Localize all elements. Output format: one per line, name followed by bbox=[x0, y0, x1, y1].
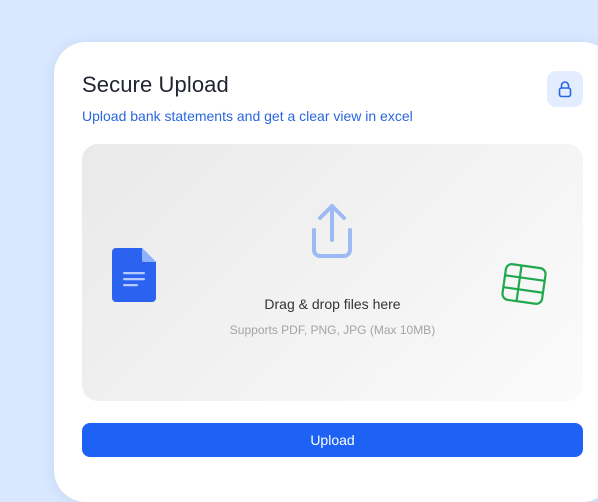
document-icon bbox=[112, 248, 156, 302]
upload-button[interactable]: Upload bbox=[82, 423, 583, 457]
card-subtitle: Upload bank statements and get a clear v… bbox=[82, 108, 413, 124]
dropzone-title: Drag & drop files here bbox=[264, 296, 401, 312]
card-title: Secure Upload bbox=[82, 72, 229, 97]
upload-icon bbox=[312, 204, 352, 258]
upload-card: Secure Upload Upload bank statements and… bbox=[54, 42, 598, 502]
file-dropzone[interactable]: Drag & drop files here Supports PDF, PNG… bbox=[82, 144, 583, 401]
lock-icon bbox=[558, 81, 572, 98]
lock-button[interactable] bbox=[547, 71, 583, 107]
dropzone-hint: Supports PDF, PNG, JPG (Max 10MB) bbox=[229, 323, 436, 337]
